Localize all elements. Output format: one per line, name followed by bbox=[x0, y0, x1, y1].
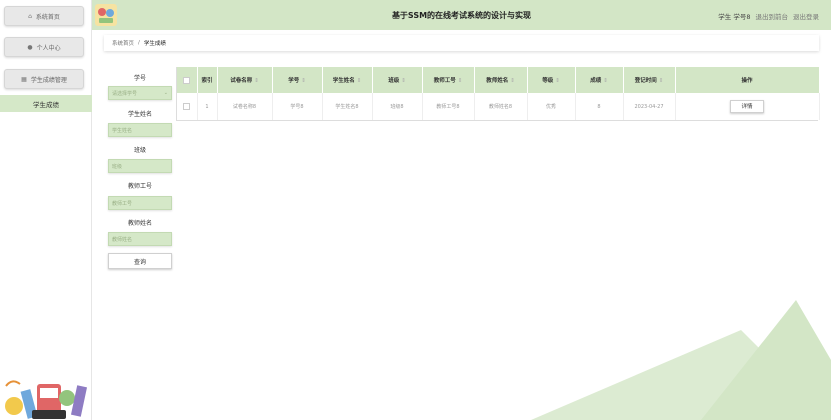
sidebar-item-home[interactable]: ⌂ 系统首页 bbox=[4, 6, 84, 26]
grid-icon: ▦ bbox=[21, 75, 27, 83]
sidebar-item-label: 系统首页 bbox=[35, 13, 60, 21]
back-to-frontend-link[interactable]: 退出到前台 bbox=[756, 11, 789, 21]
select-all-checkbox[interactable] bbox=[183, 76, 191, 84]
score-table: 索引 试卷名称 ⇕ 学号 ⇕ 学生姓名 ⇕ 班级 ⇕ 教师工号 ⇕ 教师姓名 ⇕ 等级 ⇕ 成… bbox=[176, 67, 820, 121]
class-placeholder: 班级 bbox=[112, 163, 123, 170]
sidebar: ⌂ 系统首页 ● 个人中心 ▦ 学生成绩管理 学生成绩 bbox=[0, 0, 92, 420]
teacher-no-placeholder: 教师工号 bbox=[112, 200, 133, 207]
teacher-no-input[interactable]: 教师工号 bbox=[108, 196, 172, 210]
column-header[interactable]: 登记时间 ⇕ bbox=[623, 67, 676, 93]
cell-class: 班级8 bbox=[372, 93, 423, 120]
column-header: 索引 bbox=[197, 67, 218, 93]
student-no-placeholder: 请选择学号 bbox=[112, 90, 138, 97]
sidebar-item-profile[interactable]: ● 个人中心 bbox=[4, 37, 84, 57]
sort-icon: ⇕ bbox=[603, 78, 608, 84]
cell-index: 1 bbox=[197, 93, 218, 120]
column-header[interactable]: 班级 ⇕ bbox=[372, 67, 423, 93]
decorative-background-shapes bbox=[531, 300, 831, 420]
student-name-input[interactable]: 学生姓名 bbox=[108, 123, 172, 137]
student-no-label: 学号 bbox=[133, 75, 146, 82]
home-icon: ⌂ bbox=[28, 12, 32, 20]
column-header[interactable]: 教师工号 ⇕ bbox=[422, 67, 475, 93]
student-name-label: 学生姓名 bbox=[127, 111, 152, 118]
select-all-header[interactable] bbox=[177, 67, 198, 93]
teacher-no-label: 教师工号 bbox=[127, 183, 152, 190]
column-header[interactable]: 学生姓名 ⇕ bbox=[322, 67, 373, 93]
cell-teacher-name: 教师姓名8 bbox=[474, 93, 528, 120]
current-user: 学生 学号8 bbox=[718, 13, 751, 21]
table-header-row: 索引 试卷名称 ⇕ 学号 ⇕ 学生姓名 ⇕ 班级 ⇕ 教师工号 ⇕ 教师姓名 ⇕ 等级 ⇕ 成… bbox=[177, 67, 820, 93]
sort-icon: ⇕ bbox=[254, 78, 259, 84]
sidebar-item-label: 学生成绩管理 bbox=[30, 76, 67, 84]
sort-icon: ⇕ bbox=[401, 78, 406, 84]
column-header: 操作 bbox=[675, 67, 820, 93]
logout-link[interactable]: 退出登录 bbox=[793, 11, 819, 21]
cell-action: 详情 bbox=[675, 93, 820, 120]
row-checkbox[interactable] bbox=[183, 103, 191, 110]
breadcrumb: 系统首页 / 学生成绩 bbox=[104, 35, 819, 51]
class-input[interactable]: 班级 bbox=[108, 159, 172, 173]
user-icon: ● bbox=[27, 43, 33, 51]
chevron-down-icon: ⌄ bbox=[163, 90, 168, 96]
column-header[interactable]: 等级 ⇕ bbox=[527, 67, 576, 93]
row-select-cell[interactable] bbox=[177, 93, 198, 120]
cell-student-no: 学号8 bbox=[272, 93, 323, 120]
cell-paper: 试卷名称8 bbox=[217, 93, 273, 120]
sort-icon: ⇕ bbox=[457, 78, 463, 84]
page: ⌂ 系统首页 ● 个人中心 ▦ 学生成绩管理 学生成绩 基于SSM的在线考试系统… bbox=[0, 0, 831, 420]
sort-icon: ⇕ bbox=[510, 78, 515, 84]
student-name-placeholder: 学生姓名 bbox=[112, 127, 133, 134]
student-no-select[interactable]: 请选择学号 ⌄ bbox=[108, 86, 172, 100]
sort-icon: ⇕ bbox=[301, 78, 306, 84]
column-header[interactable]: 试卷名称 ⇕ bbox=[217, 67, 273, 93]
sidebar-subitem-student-score[interactable]: 学生成绩 bbox=[0, 95, 92, 112]
sidebar-item-label: 个人中心 bbox=[36, 44, 61, 52]
breadcrumb-current: 学生成绩 bbox=[143, 41, 166, 47]
sort-icon: ⇕ bbox=[356, 78, 362, 84]
column-header[interactable]: 教师姓名 ⇕ bbox=[474, 67, 528, 93]
column-header[interactable]: 成绩 ⇕ bbox=[575, 67, 624, 93]
cell-teacher-no: 教师工号8 bbox=[422, 93, 475, 120]
detail-button[interactable]: 详情 bbox=[730, 100, 764, 113]
header: 基于SSM的在线考试系统的设计与实现 学生 学号8 退出到前台 退出登录 bbox=[92, 0, 831, 30]
sidebar-item-score-management[interactable]: ▦ 学生成绩管理 bbox=[4, 69, 84, 89]
column-header[interactable]: 学号 ⇕ bbox=[272, 67, 323, 93]
breadcrumb-separator: / bbox=[138, 40, 140, 46]
cell-score: 8 bbox=[575, 93, 624, 120]
cell-time: 2023-04-27 bbox=[623, 93, 676, 120]
cell-student-name: 学生姓名8 bbox=[322, 93, 373, 120]
table-row: 1 试卷名称8 学号8 学生姓名8 班级8 教师工号8 教师姓名8 优秀 8 2… bbox=[177, 93, 820, 120]
header-user-area: 学生 学号8 退出到前台 退出登录 bbox=[718, 11, 819, 21]
query-button[interactable]: 查询 bbox=[108, 253, 172, 269]
breadcrumb-home[interactable]: 系统首页 bbox=[112, 39, 134, 47]
class-label: 班级 bbox=[133, 147, 146, 154]
sort-icon: ⇕ bbox=[555, 78, 560, 84]
cell-grade: 优秀 bbox=[527, 93, 576, 120]
teacher-name-label: 教师姓名 bbox=[127, 220, 152, 227]
teacher-name-input[interactable]: 教师姓名 bbox=[108, 232, 172, 246]
back-to-school-illustration bbox=[5, 380, 88, 419]
sort-icon: ⇕ bbox=[658, 78, 664, 84]
teacher-name-placeholder: 教师姓名 bbox=[112, 236, 133, 243]
